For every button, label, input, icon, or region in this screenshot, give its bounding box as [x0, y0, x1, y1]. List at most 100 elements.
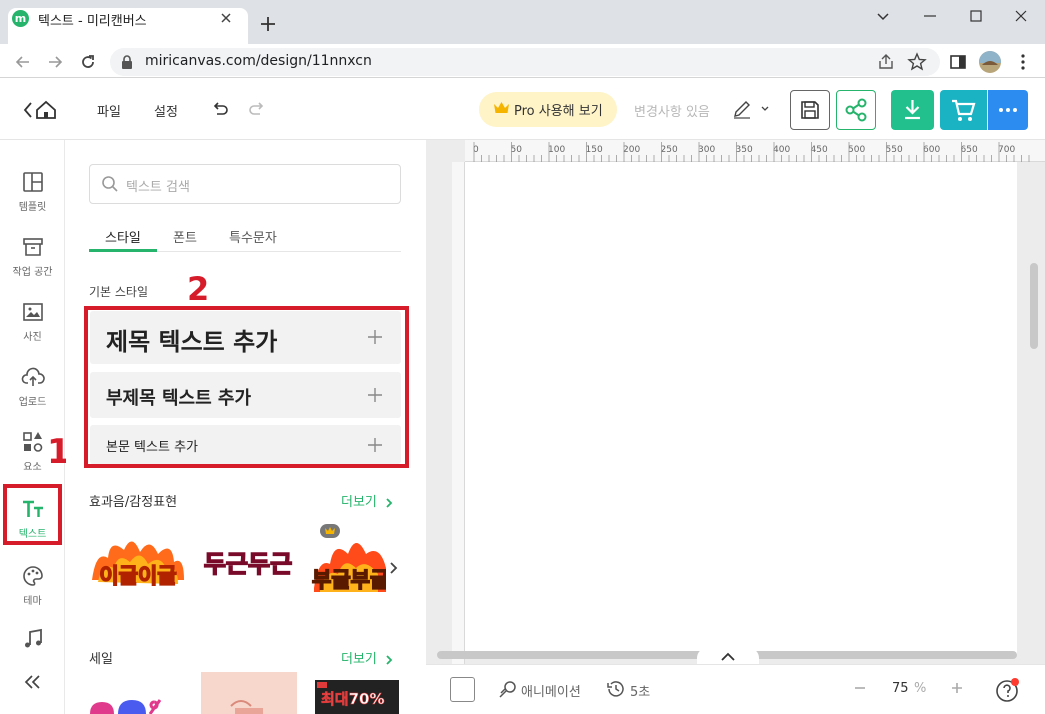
effect-sticker-fire[interactable]: 이글이글 — [88, 530, 188, 594]
print-order-button[interactable] — [940, 90, 987, 130]
rail-item-templates[interactable]: 템플릿 — [2, 156, 63, 218]
minimize-icon[interactable] — [920, 6, 940, 26]
tab-style[interactable]: 스타일 — [105, 227, 141, 246]
music-note-icon — [21, 627, 45, 651]
rail-item-theme[interactable]: 테마 — [2, 550, 63, 612]
palette-icon — [21, 564, 45, 588]
ruler-tick-label: 250 — [661, 145, 678, 155]
undo-icon[interactable] — [210, 99, 230, 119]
search-icon — [101, 175, 119, 193]
profile-avatar[interactable] — [979, 51, 1001, 73]
sale-sticker-max70[interactable]: 최대70% — [313, 676, 399, 714]
sticker-text: 부글부글 — [311, 567, 386, 593]
window-close-icon[interactable] — [1011, 6, 1031, 26]
save-status: 변경사항 있음 — [634, 105, 710, 120]
back-icon[interactable] — [13, 52, 33, 72]
pro-trial-label: Pro 사용해 보기 — [514, 104, 603, 119]
annotation-number-2: 2 — [187, 270, 210, 308]
maximize-icon[interactable] — [966, 6, 986, 26]
sale-title: 세일 — [89, 652, 113, 667]
help-icon[interactable] — [995, 677, 1021, 703]
vertical-scrollbar[interactable] — [1030, 263, 1038, 349]
sale-sticker-card[interactable] — [201, 672, 297, 714]
effect-sticker-heartbeat[interactable]: 두근두근 — [198, 540, 298, 590]
ruler-tick-label: 400 — [773, 145, 790, 155]
rail-item-upload[interactable]: 업로드 — [2, 351, 63, 413]
save-button[interactable] — [790, 90, 830, 130]
close-tab-icon[interactable] — [218, 10, 234, 26]
tab-special-chars[interactable]: 특수문자 — [229, 227, 277, 246]
side-panel-icon[interactable] — [948, 52, 968, 72]
sticker-text: 최대70% — [321, 690, 385, 709]
horizontal-ruler: 0 50 100 150 200 250 300 350 400 450 500 550 600 650 7… — [465, 140, 1045, 162]
background-color-swatch[interactable] — [450, 677, 475, 702]
rail-item-audio[interactable] — [2, 613, 63, 675]
redo-icon[interactable] — [247, 99, 267, 119]
effect-sticker-boiling[interactable]: 부글부글 — [308, 522, 386, 596]
share-button[interactable] — [836, 90, 876, 130]
carousel-next-icon[interactable] — [388, 560, 400, 576]
ruler-tick-label: 700 — [998, 145, 1015, 155]
tab-font[interactable]: 폰트 — [173, 227, 197, 246]
ruler-tick-label: 300 — [698, 145, 715, 155]
sticker-text: 이글이글 — [99, 563, 178, 589]
zoom-in-icon[interactable] — [949, 680, 965, 696]
tab-search-icon[interactable] — [873, 6, 893, 26]
design-page[interactable] — [465, 162, 1017, 654]
ruler-tick-label: 150 — [586, 145, 603, 155]
animation-icon — [498, 679, 518, 699]
menu-file[interactable]: 파일 — [97, 101, 121, 120]
new-tab-icon[interactable] — [258, 14, 278, 34]
vertical-ruler-gutter — [426, 140, 465, 664]
ruler-tick-label: 450 — [811, 145, 828, 155]
animation-button[interactable]: 애니메이션 — [521, 681, 581, 700]
url-text: miricanvas.com/design/11nnxcn — [145, 53, 372, 69]
lock-icon — [120, 54, 134, 70]
template-icon — [21, 170, 45, 194]
edit-mode-button[interactable] — [732, 99, 772, 119]
clock-icon — [606, 679, 626, 699]
browser-tab-title: 텍스트 - 미리캔버스 — [38, 14, 147, 29]
zoom-out-icon[interactable] — [852, 680, 868, 696]
favicon-icon: m — [12, 10, 29, 27]
shapes-icon — [21, 430, 45, 454]
more-label: 더보기 — [341, 652, 377, 667]
collapse-panel-icon[interactable] — [22, 672, 44, 692]
menu-settings[interactable]: 설정 — [154, 101, 178, 120]
sticker-text: 두근두근 — [203, 549, 293, 579]
reload-icon[interactable] — [78, 52, 98, 72]
share-page-icon[interactable] — [876, 52, 896, 72]
zoom-unit: % — [914, 681, 927, 696]
effects-title: 효과음/감정표현 — [89, 495, 178, 510]
zoom-value[interactable]: 75 — [892, 681, 909, 696]
ruler-tick-label: 500 — [848, 145, 865, 155]
browser-menu-icon[interactable] — [1013, 52, 1033, 72]
ruler-tick-label: 350 — [736, 145, 753, 155]
archive-icon — [21, 235, 45, 259]
annotation-box-basic-styles — [84, 306, 409, 468]
ruler-tick-label: 200 — [623, 145, 640, 155]
rail-item-workspace[interactable]: 작업 공간 — [2, 221, 63, 283]
annotation-box-text-menu — [3, 484, 62, 545]
rail-label: 템플릿 — [18, 202, 47, 213]
home-button[interactable] — [22, 99, 62, 121]
ruler-tick-label: 650 — [961, 145, 978, 155]
ruler-tick-label: 100 — [548, 145, 565, 155]
search-placeholder: 텍스트 검색 — [126, 180, 190, 195]
sale-more-link[interactable]: 더보기 — [341, 648, 393, 667]
effects-more-link[interactable]: 더보기 — [341, 491, 393, 510]
more-options-button[interactable] — [988, 90, 1028, 130]
page-duration[interactable]: 5초 — [630, 681, 650, 700]
crown-icon — [493, 101, 510, 115]
basic-style-title: 기본 스타일 — [89, 285, 149, 299]
rail-label: 업로드 — [18, 397, 47, 408]
download-button[interactable] — [891, 90, 934, 130]
sale-sticker-percent[interactable] — [88, 696, 188, 714]
chevron-right-icon — [385, 497, 393, 509]
bookmark-star-icon[interactable] — [907, 52, 927, 72]
image-icon — [21, 300, 45, 324]
rail-label: 작업 공간 — [12, 267, 53, 278]
forward-icon[interactable] — [45, 52, 65, 72]
rail-label: 테마 — [23, 596, 42, 607]
rail-item-photos[interactable]: 사진 — [2, 286, 63, 348]
